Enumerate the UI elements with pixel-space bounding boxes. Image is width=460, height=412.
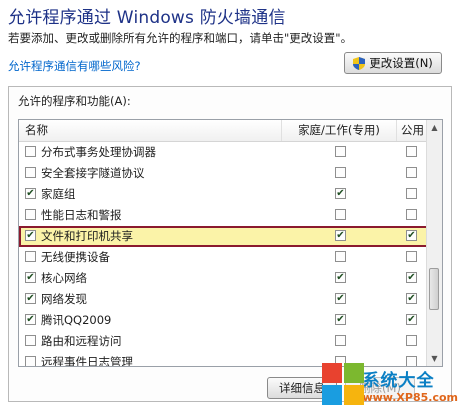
list-item[interactable]: 路由和远程访问 bbox=[19, 331, 428, 352]
list-item[interactable]: 性能日志和警报 bbox=[19, 205, 428, 226]
list-item[interactable]: 家庭组 bbox=[19, 184, 428, 205]
column-header-home-work[interactable]: 家庭/工作(专用) bbox=[282, 120, 397, 141]
change-settings-button[interactable]: 更改设置(N) bbox=[344, 52, 442, 74]
enable-checkbox[interactable] bbox=[25, 230, 36, 241]
program-name: 文件和打印机共享 bbox=[41, 229, 133, 243]
home-work-checkbox[interactable] bbox=[335, 293, 346, 304]
public-checkbox[interactable] bbox=[406, 293, 417, 304]
enable-checkbox[interactable] bbox=[25, 335, 36, 346]
public-checkbox[interactable] bbox=[406, 188, 417, 199]
home-work-checkbox[interactable] bbox=[335, 188, 346, 199]
enable-checkbox[interactable] bbox=[25, 146, 36, 157]
vertical-scrollbar[interactable]: ▲ ▼ bbox=[426, 120, 442, 366]
public-checkbox[interactable] bbox=[406, 272, 417, 283]
program-name: 安全套接字隧道协议 bbox=[41, 166, 145, 180]
enable-checkbox[interactable] bbox=[25, 188, 36, 199]
risk-help-link[interactable]: 允许程序通信有哪些风险? bbox=[8, 58, 141, 74]
uac-shield-icon bbox=[353, 56, 366, 70]
home-work-checkbox[interactable] bbox=[335, 272, 346, 283]
public-checkbox[interactable] bbox=[406, 146, 417, 157]
public-checkbox[interactable] bbox=[406, 251, 417, 262]
public-checkbox[interactable] bbox=[406, 167, 417, 178]
public-checkbox[interactable] bbox=[406, 230, 417, 241]
program-name: 远程事件日志管理 bbox=[41, 355, 133, 367]
windows-logo-icon bbox=[322, 363, 364, 407]
watermark-title: 系统大全 bbox=[362, 371, 435, 391]
enable-checkbox[interactable] bbox=[25, 272, 36, 283]
watermark-url: www.XP85.com bbox=[362, 391, 458, 404]
enable-checkbox[interactable] bbox=[25, 356, 36, 366]
program-name: 网络发现 bbox=[41, 292, 87, 306]
column-header-name[interactable]: 名称 bbox=[19, 120, 282, 141]
public-checkbox[interactable] bbox=[406, 314, 417, 325]
home-work-checkbox[interactable] bbox=[335, 167, 346, 178]
program-name: 分布式事务处理协调器 bbox=[41, 145, 156, 159]
enable-checkbox[interactable] bbox=[25, 251, 36, 262]
home-work-checkbox[interactable] bbox=[335, 146, 346, 157]
program-name: 家庭组 bbox=[41, 187, 76, 201]
list-item[interactable]: 文件和打印机共享 bbox=[19, 226, 428, 247]
list-item[interactable]: 网络发现 bbox=[19, 289, 428, 310]
programs-list: 名称 家庭/工作(专用) 公用 分布式事务处理协调器安全套接字隧道协议家庭组性能… bbox=[18, 119, 443, 367]
site-watermark: 系统大全 www.XP85.com bbox=[322, 360, 458, 410]
instructions-text: 若要添加、更改或删除所有允许的程序和端口，请单击"更改设置"。 bbox=[8, 31, 353, 45]
program-name: 性能日志和警报 bbox=[41, 208, 122, 222]
list-item[interactable]: 安全套接字隧道协议 bbox=[19, 163, 428, 184]
change-settings-label: 更改设置(N) bbox=[369, 56, 433, 70]
home-work-checkbox[interactable] bbox=[335, 209, 346, 220]
enable-checkbox[interactable] bbox=[25, 209, 36, 220]
enable-checkbox[interactable] bbox=[25, 293, 36, 304]
allowed-programs-label: 允许的程序和功能(A): bbox=[18, 94, 131, 108]
enable-checkbox[interactable] bbox=[25, 314, 36, 325]
program-rows: 分布式事务处理协调器安全套接字隧道协议家庭组性能日志和警报文件和打印机共享无线便… bbox=[19, 142, 428, 367]
program-name: 腾讯QQ2009 bbox=[41, 313, 112, 327]
list-item[interactable]: 分布式事务处理协调器 bbox=[19, 142, 428, 163]
list-item[interactable]: 无线便携设备 bbox=[19, 247, 428, 268]
home-work-checkbox[interactable] bbox=[335, 230, 346, 241]
list-item[interactable]: 核心网络 bbox=[19, 268, 428, 289]
list-header: 名称 家庭/工作(专用) 公用 bbox=[19, 120, 428, 142]
home-work-checkbox[interactable] bbox=[335, 251, 346, 262]
enable-checkbox[interactable] bbox=[25, 167, 36, 178]
home-work-checkbox[interactable] bbox=[335, 335, 346, 346]
list-item[interactable]: 腾讯QQ2009 bbox=[19, 310, 428, 331]
column-header-public[interactable]: 公用 bbox=[397, 120, 428, 141]
home-work-checkbox[interactable] bbox=[335, 314, 346, 325]
program-name: 路由和远程访问 bbox=[41, 334, 122, 348]
public-checkbox[interactable] bbox=[406, 335, 417, 346]
program-name: 核心网络 bbox=[41, 271, 87, 285]
allowed-programs-group: 允许的程序和功能(A): 名称 家庭/工作(专用) 公用 分布式事务处理协调器安… bbox=[8, 86, 452, 402]
public-checkbox[interactable] bbox=[406, 209, 417, 220]
scroll-thumb[interactable] bbox=[429, 268, 439, 310]
page-title: 允许程序通过 Windows 防火墙通信 bbox=[8, 8, 286, 28]
scroll-up-arrow-icon[interactable]: ▲ bbox=[427, 120, 442, 135]
program-name: 无线便携设备 bbox=[41, 250, 110, 264]
